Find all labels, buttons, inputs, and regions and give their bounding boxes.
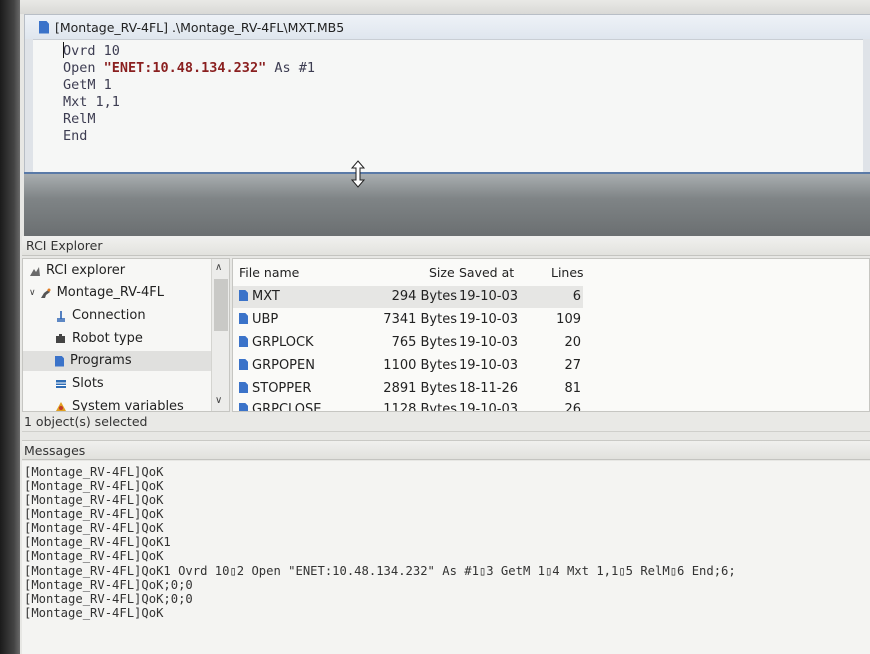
- column-header-saved-at[interactable]: Saved at: [459, 265, 514, 280]
- file-row[interactable]: GRPOPEN 1100 Bytes 19-10-03 27: [233, 355, 583, 377]
- message-line: [Montage_RV-4FL]QoK: [24, 507, 164, 521]
- file-row[interactable]: GRPLOCK 765 Bytes 19-10-03 20: [233, 332, 583, 354]
- rci-explorer-header: RCI Explorer: [22, 236, 870, 256]
- messages-header: Messages: [22, 440, 870, 460]
- file-icon: [239, 336, 248, 347]
- explorer-tree[interactable]: RCI explorer ∨ Montage_RV-4FL Connection…: [22, 258, 230, 412]
- scroll-up-icon[interactable]: ∧: [215, 262, 222, 273]
- rci-icon: [30, 267, 40, 276]
- scroll-down-icon[interactable]: ∨: [215, 395, 222, 406]
- code-editor[interactable]: Ovrd 10 Open "ENET:10.48.134.232" As #1 …: [33, 39, 863, 188]
- file-row[interactable]: MXT 294 Bytes 19-10-03 6: [233, 286, 583, 308]
- tree-item-slots[interactable]: Slots: [23, 374, 229, 394]
- file-row[interactable]: STOPPER 2891 Bytes 18-11-26 81: [233, 378, 583, 400]
- programs-icon: [55, 355, 64, 367]
- message-line: [Montage_RV-4FL]QoK1 Ovrd 10▯2 Open "ENE…: [24, 564, 736, 578]
- robot-type-icon: [56, 334, 65, 343]
- connection-icon: [57, 311, 65, 322]
- screen-bezel-left: [0, 0, 20, 654]
- tree-scroll-thumb[interactable]: [214, 279, 228, 331]
- screen-bezel-top: [0, 0, 870, 14]
- column-header-file-name[interactable]: File name: [239, 265, 299, 280]
- resize-vertical-icon: [350, 160, 366, 188]
- message-line: [Montage_RV-4FL]QoK: [24, 549, 164, 563]
- file-icon: [239, 359, 248, 370]
- robot-arm-icon: [40, 288, 51, 298]
- file-icon: [239, 290, 248, 301]
- slots-icon: [56, 380, 66, 388]
- message-line: [Montage_RV-4FL]QoK: [24, 606, 164, 620]
- tree-item-programs[interactable]: Programs: [23, 351, 229, 371]
- file-row[interactable]: GRPCLOSE 1128 Bytes 19-10-03 26: [233, 399, 583, 411]
- code-line[interactable]: Mxt 1,1: [63, 94, 120, 110]
- column-header-lines[interactable]: Lines: [551, 265, 584, 280]
- messages-panel[interactable]: [Montage_RV-4FL]QoK [Montage_RV-4FL]QoK …: [22, 461, 870, 654]
- code-line[interactable]: Ovrd 10: [63, 43, 120, 59]
- file-icon: [239, 382, 248, 393]
- file-icon: [239, 403, 248, 411]
- tree-item-connection[interactable]: Connection: [23, 306, 229, 326]
- pane-splitter[interactable]: [24, 172, 870, 236]
- editor-title-bar[interactable]: [Montage_RV-4FL] .\Montage_RV-4FL\MXT.MB…: [25, 15, 870, 39]
- document-icon: [39, 20, 49, 34]
- message-line: [Montage_RV-4FL]QoK;0;0: [24, 592, 193, 606]
- message-line: [Montage_RV-4FL]QoK;0;0: [24, 578, 193, 592]
- message-line: [Montage_RV-4FL]QoK: [24, 521, 164, 535]
- file-row[interactable]: UBP 7341 Bytes 19-10-03 109: [233, 309, 583, 331]
- message-line: [Montage_RV-4FL]QoK: [24, 479, 164, 493]
- file-icon: [239, 313, 248, 324]
- file-list[interactable]: File name Size Saved at Lines MXT 294 By…: [232, 258, 870, 412]
- code-line[interactable]: End: [63, 128, 87, 144]
- system-variables-icon: [56, 402, 66, 411]
- tree-item-rci-explorer[interactable]: RCI explorer: [23, 261, 219, 281]
- code-line[interactable]: RelM: [63, 111, 96, 127]
- code-line[interactable]: Open "ENET:10.48.134.232" As #1: [63, 60, 315, 76]
- chevron-down-icon[interactable]: ∨: [29, 283, 36, 303]
- tree-item-robot-type[interactable]: Robot type: [23, 329, 229, 349]
- editor-title: [Montage_RV-4FL] .\Montage_RV-4FL\MXT.MB…: [55, 19, 345, 35]
- code-line[interactable]: GetM 1: [63, 77, 112, 93]
- column-header-size[interactable]: Size: [429, 265, 455, 280]
- message-line: [Montage_RV-4FL]QoK: [24, 493, 164, 507]
- status-bar: 1 object(s) selected: [22, 412, 870, 432]
- message-line: [Montage_RV-4FL]QoK: [24, 465, 164, 479]
- tree-item-system-variables[interactable]: System variables: [23, 397, 229, 411]
- tree-item-montage[interactable]: ∨ Montage_RV-4FL: [23, 283, 219, 303]
- message-line: [Montage_RV-4FL]QoK1: [24, 535, 171, 549]
- tree-scrollbar[interactable]: ∧ ∨: [211, 259, 229, 411]
